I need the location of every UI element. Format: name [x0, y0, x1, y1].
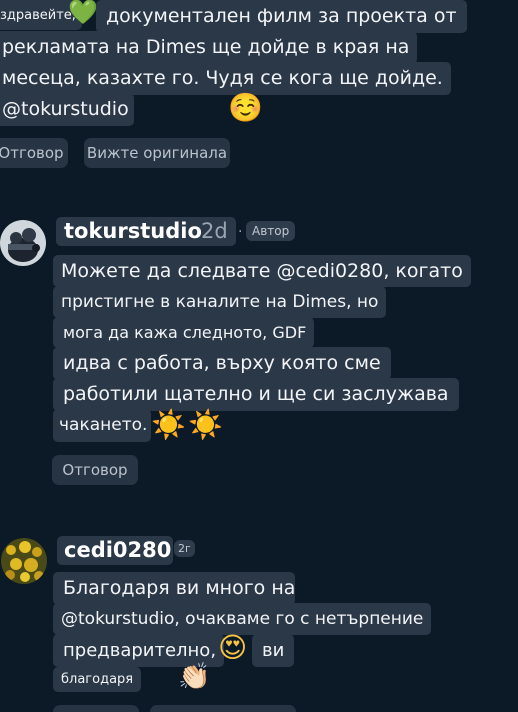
comment-text: мога да кажа следното, GDF — [63, 322, 307, 342]
sun-emoji: ☀️ — [188, 408, 223, 441]
comment-text: пристигне в каналите на Dimes, но — [61, 291, 379, 312]
comment-text: Можете да следвате @cedi0280, когато — [61, 259, 463, 282]
comment-text: рекламата на Dimes ще дойде в края на — [2, 36, 410, 58]
comment-text: работили щателно и ще си заслужава — [63, 383, 449, 405]
comment-thread: здравейте, 💚 документален филм за проект… — [0, 0, 518, 712]
comment-line: чакането. — [53, 409, 152, 442]
comment-text: идва с работа, върху която сме — [63, 352, 381, 374]
comment-line: рекламата на Dimes ще дойде в края на — [0, 31, 418, 64]
comment-text: предварително, — [63, 639, 217, 661]
comment-line: Можете да следвате @cedi0280, когато — [53, 255, 471, 287]
comment-text: здравейте, — [0, 7, 76, 23]
avatar-image — [0, 220, 46, 266]
author-badge: Автор — [246, 221, 296, 241]
reply-label: Отговор — [0, 144, 64, 162]
heart-eyes-emoji: 😍 — [218, 631, 248, 664]
username-link[interactable]: tokurstudio — [64, 219, 202, 243]
comment-text: чакането. — [59, 415, 148, 435]
smiling-face-emoji: ☺️ — [228, 91, 263, 124]
comment-line: идва с работа, върху която сме — [53, 347, 391, 380]
avatar[interactable] — [1, 538, 47, 584]
comment-text: месеца, казахте го. Чудя се кога ще дойд… — [2, 67, 443, 89]
comment-text: ви — [262, 639, 285, 661]
view-original-label: Вижте оригинала — [86, 144, 228, 162]
comment-text: Благодаря ви много на — [63, 577, 296, 599]
comment-line: работили щателно и ще си заслужава — [53, 378, 459, 411]
avatar-image — [1, 538, 47, 584]
reply-label: Отговор — [62, 461, 128, 479]
mention-text: @tokurstudio, очакваме го с нетърпение — [61, 608, 424, 629]
clapping-hands-emoji: 👏🏻 — [178, 662, 211, 692]
mention-link[interactable]: @tokurstudio — [2, 100, 129, 119]
comment-line: месеца, казахте го. Чудя се кога ще дойд… — [0, 62, 451, 95]
username-link[interactable]: cedi0280 — [64, 538, 171, 562]
timestamp: 2d — [201, 219, 228, 243]
comment-line: документален филм за проекта от — [96, 0, 467, 33]
comment-line: благодаря — [53, 667, 142, 692]
reply-button[interactable]: Отговор — [52, 455, 138, 485]
comment-line: @tokurstudio — [0, 93, 134, 126]
green-heart-emoji: 💚 — [68, 0, 98, 26]
comment-line: мога да кажа следното, GDF — [53, 317, 315, 348]
comment-line: пристигне в каналите на Dimes, но — [53, 286, 387, 318]
comment-text: документален филм за проекта от — [106, 5, 457, 27]
reply-button[interactable]: Отговор — [0, 138, 68, 168]
view-original-button[interactable] — [150, 705, 296, 712]
avatar[interactable] — [0, 220, 46, 266]
comment-line: ви — [252, 634, 295, 667]
timestamp: 2г — [174, 540, 195, 557]
comment-text: благодаря — [61, 672, 134, 687]
view-original-button[interactable]: Вижте оригинала — [84, 138, 230, 168]
reply-button[interactable] — [53, 705, 139, 712]
comment-line: Благодаря ви много на — [53, 572, 295, 605]
separator: · — [238, 224, 243, 240]
sun-emoji: ☀️ — [151, 408, 186, 441]
